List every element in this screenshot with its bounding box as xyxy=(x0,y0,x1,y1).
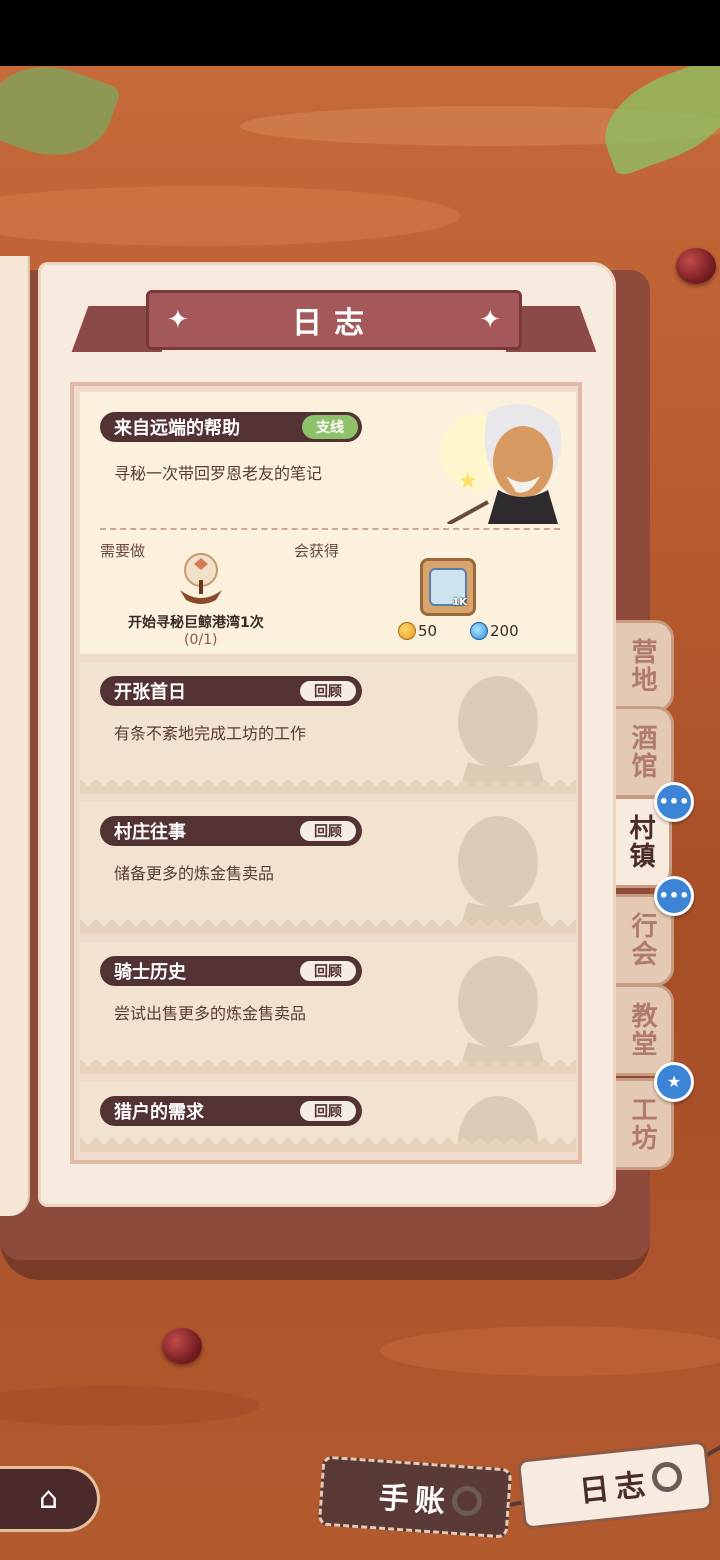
coin-icon xyxy=(398,622,416,640)
quest-title-pill: 来自远端的帮助 支线 xyxy=(100,412,362,442)
npc-portrait-faded xyxy=(418,1082,568,1152)
coin-reward: 50 xyxy=(398,622,437,640)
npc-portrait-faded xyxy=(418,802,568,934)
quest-card[interactable]: 开张首日 回顾 有条不紊地完成工坊的工作 xyxy=(80,662,576,794)
sparkle-icon: ✦ xyxy=(479,305,501,335)
wood-grain xyxy=(0,1386,260,1426)
home-icon: ⌂ xyxy=(38,1481,59,1516)
quest-title-pill: 村庄往事 回顾 xyxy=(100,816,362,846)
quest-title: 猎户的需求 xyxy=(114,1102,204,1123)
npc-portrait: ★ xyxy=(418,392,568,526)
quest-title-pill: 开张首日 回顾 xyxy=(100,676,362,706)
quest-card[interactable]: 村庄往事 回顾 储备更多的炼金售卖品 xyxy=(80,802,576,934)
coin-amount: 50 xyxy=(418,622,438,640)
sparkle-icon: ✦ xyxy=(167,305,189,335)
blueprint-icon: 1K xyxy=(429,568,467,608)
reward-item-qty: 1K xyxy=(452,597,467,608)
quest-card[interactable]: 骑士历史 回顾 尝试出售更多的炼金售卖品 xyxy=(80,942,576,1074)
quest-title: 开张首日 xyxy=(114,682,186,703)
leaf-decoration xyxy=(0,66,122,174)
svg-text:★: ★ xyxy=(458,469,478,494)
task-description: 开始寻秘巨鲸港湾1次 xyxy=(128,615,264,631)
quest-title-pill: 猎户的需求 回顾 xyxy=(100,1096,362,1126)
rewards-label: 会获得 xyxy=(294,542,340,560)
page-title: 日志 xyxy=(292,306,376,341)
leaf-decoration xyxy=(590,66,720,178)
log-label: 日志 xyxy=(577,1467,653,1510)
review-button[interactable]: 回顾 xyxy=(298,959,358,983)
chat-bubble-icon: ••• xyxy=(654,782,694,822)
divider xyxy=(100,528,560,530)
ring-icon xyxy=(652,1462,682,1492)
chat-bubble-icon: ••• xyxy=(654,876,694,916)
star-bubble-icon: ★ xyxy=(654,1062,694,1102)
water-icon xyxy=(470,622,488,640)
status-badge: 支线 xyxy=(302,415,358,439)
requirements-label: 需要做 xyxy=(100,542,146,560)
reward-item[interactable]: 1K xyxy=(420,558,476,616)
bean-decoration xyxy=(676,248,716,284)
review-button[interactable]: 回顾 xyxy=(298,1099,358,1123)
quest-title: 来自远端的帮助 xyxy=(114,418,240,439)
tab-camp[interactable]: 营地 xyxy=(614,620,674,712)
title-ribbon: ✦ 日志 ✦ xyxy=(146,290,522,350)
quest-title: 骑士历史 xyxy=(114,962,186,983)
quest-card[interactable]: 猎户的需求 回顾 炼成一些能够帮助猎户的道具 xyxy=(80,1082,576,1152)
water-amount: 200 xyxy=(490,622,519,640)
wood-grain xyxy=(0,186,460,246)
npc-portrait-faded xyxy=(418,942,568,1074)
journal-tab[interactable]: 手账 xyxy=(317,1455,513,1539)
wood-grain xyxy=(380,1326,720,1376)
home-button[interactable]: ⌂ xyxy=(0,1466,100,1532)
quest-title: 村庄往事 xyxy=(114,822,186,843)
quest-title-pill: 骑士历史 回顾 xyxy=(100,956,362,986)
quest-card-active[interactable]: ★ 来自远端的帮助 支线 寻秘一次带回罗恩老友的笔记 需要做 会获得 开始寻秘巨… xyxy=(80,392,576,654)
quest-description: 有条不紊地完成工坊的工作 xyxy=(114,724,307,743)
ship-icon xyxy=(176,550,226,610)
ring-icon xyxy=(452,1486,482,1516)
review-button[interactable]: 回顾 xyxy=(298,679,358,703)
tab-church[interactable]: 教堂 xyxy=(614,984,674,1076)
quest-description: 储备更多的炼金售卖品 xyxy=(114,864,275,883)
journal-label: 手账 xyxy=(377,1480,452,1521)
review-button[interactable]: 回顾 xyxy=(298,819,358,843)
quest-description: 炼成一些能够帮助猎户的道具 xyxy=(114,1140,322,1152)
water-reward: 200 xyxy=(470,622,519,640)
npc-portrait-faded xyxy=(418,662,568,794)
quest-description: 寻秘一次带回罗恩老友的笔记 xyxy=(114,464,323,483)
quest-list[interactable]: ★ 来自远端的帮助 支线 寻秘一次带回罗恩老友的笔记 需要做 会获得 开始寻秘巨… xyxy=(70,382,582,1164)
task-progress: (0/1) xyxy=(184,632,218,648)
bean-decoration xyxy=(162,1328,202,1364)
left-page xyxy=(0,256,30,1216)
quest-description: 尝试出售更多的炼金售卖品 xyxy=(114,1004,307,1023)
